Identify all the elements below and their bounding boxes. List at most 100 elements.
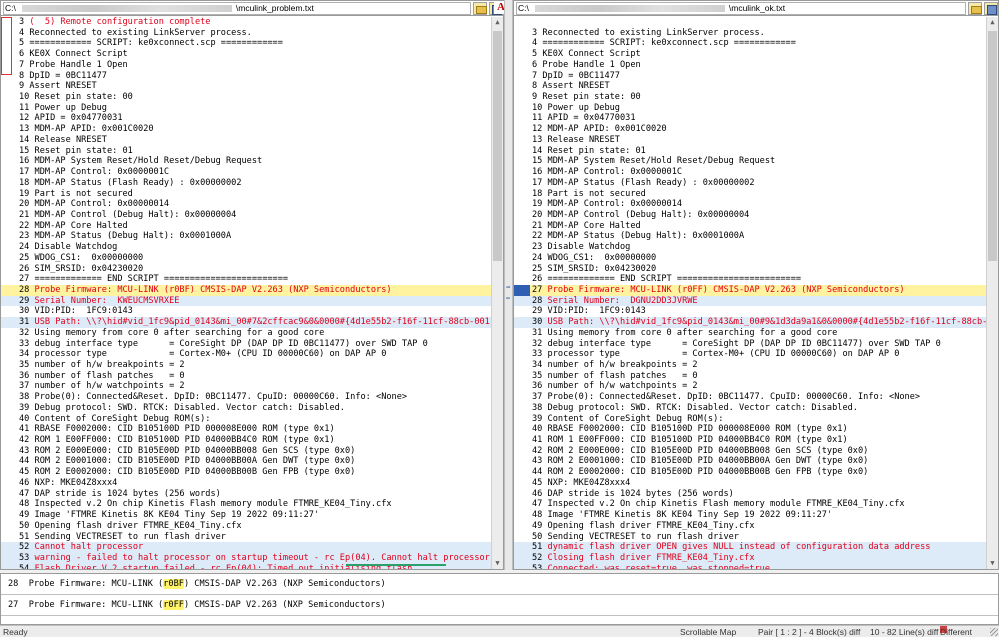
text-line[interactable]: 30 VID:PID: 1FC9:0143 — [1, 306, 491, 317]
text-line[interactable]: 29 Serial Number: KWEUCMSVRXEE — [1, 295, 491, 307]
text-line[interactable]: 47 Inspected v.2 On chip Kinetis Flash m… — [514, 499, 986, 510]
text-line[interactable]: 32 Using memory from core 0 after search… — [1, 328, 491, 339]
text-line[interactable]: 34 processor type = Cortex-M0+ (CPU ID 0… — [1, 349, 491, 360]
text-line[interactable]: 10 Power up Debug — [514, 103, 986, 114]
status-map[interactable]: Scrollable Map — [680, 626, 736, 637]
text-line[interactable]: 26 SIM_SRSID: 0x04230020 — [1, 264, 491, 275]
text-line[interactable]: 38 Probe(0): Connected&Reset. DpID: 0BC1… — [1, 392, 491, 403]
text-line[interactable]: 10 Reset pin state: 00 — [1, 92, 491, 103]
text-line[interactable]: 4 ============ SCRIPT: ke0xconnect.scp =… — [514, 38, 986, 49]
text-line[interactable]: 3 Reconnected to existing LinkServer pro… — [514, 28, 986, 39]
text-line[interactable]: 26 ============= END SCRIPT ============… — [514, 274, 986, 285]
text-line[interactable]: 11 APID = 0x04770031 — [514, 113, 986, 124]
text-line[interactable]: 52 Closing flash driver FTMRE_KE04_Tiny.… — [514, 552, 986, 564]
text-line[interactable]: 48 Inspected v.2 On chip Kinetis Flash m… — [1, 499, 491, 510]
right-vertical-scrollbar[interactable]: ▲ ▼ — [986, 17, 998, 569]
text-line[interactable]: 37 number of h/w watchpoints = 2 — [1, 381, 491, 392]
text-line[interactable]: 18 MDM-AP Status (Flash Ready) : 0x00000… — [1, 178, 491, 189]
text-line[interactable]: 27 Probe Firmware: MCU-LINK (r0FF) CMSIS… — [514, 284, 986, 296]
arrow-left-icon[interactable]: ⇚ — [506, 295, 513, 302]
text-line[interactable]: 5 ============ SCRIPT: ke0xconnect.scp =… — [1, 38, 491, 49]
text-line[interactable]: 46 DAP stride is 1024 bytes (256 words) — [514, 489, 986, 500]
text-line[interactable]: 49 Opening flash driver FTMRE_KE04_Tiny.… — [514, 521, 986, 532]
text-line[interactable]: 14 Release NRESET — [1, 135, 491, 146]
text-line[interactable]: 12 APID = 0x04770031 — [1, 113, 491, 124]
text-line[interactable]: 49 Image 'FTMRE Kinetis 8K KE04 Tiny Sep… — [1, 510, 491, 521]
text-line[interactable]: 18 Part is not secured — [514, 189, 986, 200]
text-line[interactable]: 12 MDM-AP APID: 0x001C0020 — [514, 124, 986, 135]
text-line[interactable]: 5 KE0X Connect Script — [514, 49, 986, 60]
text-line[interactable]: 27 ============= END SCRIPT ============… — [1, 274, 491, 285]
left-file-pane[interactable]: C:\ \mculink_problem.txt 3 ( 5) Remote c… — [0, 0, 504, 570]
text-line[interactable]: 25 WDOG_CS1: 0x00000000 — [1, 253, 491, 264]
text-line[interactable]: 45 NXP: MKE04Z8xxx4 — [514, 478, 986, 489]
text-line[interactable]: 30 USB Path: \\?\hid#vid_1fc9&pid_0143&m… — [514, 317, 986, 328]
text-line[interactable]: 24 WDOG_CS1: 0x00000000 — [514, 253, 986, 264]
scroll-down-icon[interactable]: ▼ — [987, 558, 998, 569]
text-line[interactable]: 28 Probe Firmware: MCU-LINK (r0BF) CMSIS… — [1, 284, 491, 296]
text-line[interactable]: 11 Power up Debug — [1, 103, 491, 114]
text-line[interactable]: 7 Probe Handle 1 Open — [1, 60, 491, 71]
text-line[interactable]: 35 number of h/w breakpoints = 2 — [1, 360, 491, 371]
text-line[interactable]: 33 debug interface type = CoreSight DP (… — [1, 339, 491, 350]
text-line[interactable]: 14 Reset pin state: 01 — [514, 146, 986, 157]
text-line[interactable]: 3 ( 5) Remote configuration complete — [1, 17, 491, 28]
right-text-lines[interactable]: 3 Reconnected to existing LinkServer pro… — [514, 17, 986, 569]
text-line[interactable]: 46 NXP: MKE04Z8xxx4 — [1, 478, 491, 489]
text-line[interactable]: 44 ROM 2 E0001000: CID B105E00D PID 0400… — [1, 456, 491, 467]
left-scroll-thumb[interactable] — [493, 31, 502, 261]
text-line[interactable]: 21 MDM-AP Core Halted — [514, 221, 986, 232]
text-line[interactable]: 50 Sending VECTRESET to run flash driver — [514, 532, 986, 543]
text-line[interactable]: 52 Cannot halt processor — [1, 542, 491, 553]
text-line[interactable]: 44 ROM 2 E0002000: CID B105E00D PID 0400… — [514, 467, 986, 478]
text-line[interactable]: 25 SIM_SRSID: 0x04230020 — [514, 264, 986, 275]
text-line[interactable]: 16 MDM-AP System Reset/Hold Reset/Debug … — [1, 156, 491, 167]
text-line[interactable]: 45 ROM 2 E0002000: CID B105E00D PID 0400… — [1, 467, 491, 478]
text-line[interactable]: 36 number of h/w watchpoints = 2 — [514, 381, 986, 392]
text-line[interactable]: 17 MDM-AP Status (Flash Ready) : 0x00000… — [514, 178, 986, 189]
left-path-field[interactable]: C:\ \mculink_problem.txt — [3, 1, 471, 15]
scroll-up-icon[interactable]: ▲ — [492, 17, 503, 28]
right-file-pane[interactable]: C:\ \mculink_ok.txt 3 Reconnected to exi… — [513, 0, 999, 570]
text-line[interactable]: 43 ROM 2 E0001000: CID B105E00D PID 0400… — [514, 456, 986, 467]
text-line[interactable]: 41 ROM 1 E00FF000: CID B105100D PID 0400… — [514, 435, 986, 446]
text-line[interactable]: 7 DpID = 0BC11477 — [514, 71, 986, 82]
text-line[interactable]: 42 ROM 1 E00FF000: CID B105100D PID 0400… — [1, 435, 491, 446]
text-line[interactable]: 9 Reset pin state: 00 — [514, 92, 986, 103]
text-line[interactable]: 23 Disable Watchdog — [514, 242, 986, 253]
scroll-up-icon[interactable]: ▲ — [987, 17, 998, 28]
text-line[interactable]: 22 MDM-AP Status (Debug Halt): 0x0001000… — [514, 231, 986, 242]
text-line[interactable]: 41 RBASE F0002000: CID B105100D PID 0000… — [1, 424, 491, 435]
text-line[interactable]: 32 debug interface type = CoreSight DP (… — [514, 339, 986, 350]
text-line[interactable]: 34 number of h/w breakpoints = 2 — [514, 360, 986, 371]
text-line[interactable]: 31 Using memory from core 0 after search… — [514, 328, 986, 339]
text-line[interactable]: 53 warning - failed to halt processor on… — [1, 552, 491, 564]
text-line[interactable]: 13 Release NRESET — [514, 135, 986, 146]
text-line[interactable]: 13 MDM-AP APID: 0x001C0020 — [1, 124, 491, 135]
text-line[interactable]: 8 DpID = 0BC11477 — [1, 71, 491, 82]
text-line[interactable]: 37 Probe(0): Connected&Reset. DpID: 0BC1… — [514, 392, 986, 403]
text-line[interactable]: 38 Debug protocol: SWD. RTCK: Disabled. … — [514, 403, 986, 414]
right-open-folder-icon[interactable] — [968, 1, 982, 15]
left-open-folder-icon[interactable] — [473, 1, 487, 15]
text-line[interactable]: 19 Part is not secured — [1, 189, 491, 200]
text-line[interactable] — [514, 17, 986, 28]
text-line[interactable]: 6 KE0X Connect Script — [1, 49, 491, 60]
resize-grip-icon[interactable] — [990, 628, 998, 636]
text-line[interactable]: 15 Reset pin state: 01 — [1, 146, 491, 157]
text-line[interactable]: 15 MDM-AP System Reset/Hold Reset/Debug … — [514, 156, 986, 167]
text-line[interactable]: 39 Debug protocol: SWD. RTCK: Disabled. … — [1, 403, 491, 414]
text-line[interactable]: 21 MDM-AP Control (Debug Halt): 0x000000… — [1, 210, 491, 221]
text-line[interactable]: 6 Probe Handle 1 Open — [514, 60, 986, 71]
left-vertical-scrollbar[interactable]: ▲ ▼ — [491, 17, 503, 569]
right-save-icon[interactable] — [984, 1, 998, 15]
text-line[interactable]: 9 Assert NRESET — [1, 81, 491, 92]
text-line[interactable]: 47 DAP stride is 1024 bytes (256 words) — [1, 489, 491, 500]
text-line[interactable]: 51 Sending VECTRESET to run flash driver — [1, 532, 491, 543]
text-line[interactable]: 31 USB Path: \\?\hid#vid_1fc9&pid_0143&m… — [1, 317, 491, 328]
text-line[interactable]: 28 Serial Number: DGNU2DD3JVRWE — [514, 295, 986, 307]
text-line[interactable]: 48 Image 'FTMRE Kinetis 8K KE04 Tiny Sep… — [514, 510, 986, 521]
text-line[interactable]: 51 dynamic flash driver OPEN gives NULL … — [514, 542, 986, 553]
text-line[interactable]: 17 MDM-AP Control: 0x0000001C — [1, 167, 491, 178]
text-line[interactable]: 36 number of flash patches = 0 — [1, 371, 491, 382]
